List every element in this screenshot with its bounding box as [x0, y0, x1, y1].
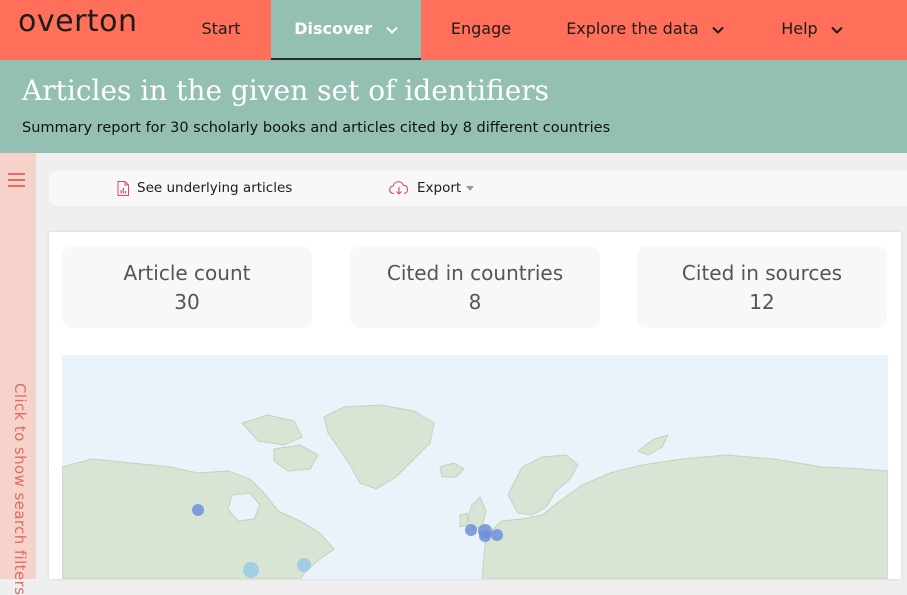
nav-help-label: Help — [781, 19, 818, 38]
see-underlying-articles-button[interactable]: See underlying articles — [117, 171, 292, 206]
map-land-arctic-islands — [241, 414, 303, 446]
citation-world-map[interactable] — [62, 355, 888, 579]
nav-explore-data[interactable]: Explore the data — [560, 0, 730, 60]
nav-discover[interactable]: Discover — [271, 0, 421, 60]
nav-help[interactable]: Help — [772, 0, 852, 60]
stat-card-cited-countries: Cited in countries 8 — [350, 246, 600, 328]
nav-engage-label: Engage — [450, 19, 512, 38]
top-nav: overton Start Discover Engage Explore th… — [0, 0, 907, 60]
map-marker — [491, 529, 503, 541]
stat-label: Cited in sources — [681, 261, 843, 285]
stat-value: 12 — [749, 290, 775, 314]
map-marker — [479, 530, 491, 542]
map-land-greenland — [323, 404, 435, 490]
nav-explore-label: Explore the data — [566, 19, 699, 38]
map-marker — [192, 504, 204, 516]
report-toolbar: See underlying articles Export — [49, 171, 907, 206]
map-land-arctic-islands — [273, 444, 319, 472]
page-header: Articles in the given set of identifiers… — [0, 60, 907, 153]
caret-down-icon — [466, 185, 475, 191]
page-title: Articles in the given set of identifiers — [22, 74, 550, 107]
world-map-svg — [62, 404, 888, 579]
stat-card-cited-sources: Cited in sources 12 — [637, 246, 887, 328]
map-marker — [243, 562, 259, 578]
document-chart-icon — [117, 180, 129, 196]
cloud-download-icon — [389, 181, 409, 195]
chevron-down-icon — [386, 26, 398, 34]
stat-label: Cited in countries — [386, 261, 564, 285]
map-marker — [465, 524, 477, 536]
stat-card-article-count: Article count 30 — [62, 246, 312, 328]
hamburger-menu-icon[interactable] — [8, 173, 25, 187]
search-filters-label[interactable]: Click to show search filters — [9, 383, 29, 595]
stat-value: 30 — [174, 290, 200, 314]
see-underlying-articles-label: See underlying articles — [137, 180, 293, 196]
map-land-north-america — [62, 458, 335, 579]
search-filters-toggle[interactable]: Click to show search filters — [0, 153, 36, 595]
export-dropdown[interactable]: Export — [389, 171, 475, 206]
stat-label: Article count — [123, 261, 251, 285]
stat-value: 8 — [468, 290, 482, 314]
nav-start[interactable]: Start — [186, 0, 256, 60]
export-label: Export — [417, 180, 462, 196]
map-land-iceland — [439, 462, 465, 478]
nav-engage[interactable]: Engage — [440, 0, 522, 60]
chevron-down-icon — [831, 26, 843, 34]
map-land-novaya-zemlya — [636, 434, 669, 456]
nav-start-label: Start — [201, 19, 241, 38]
page-subtitle: Summary report for 30 scholarly books an… — [22, 120, 611, 136]
summary-panel: Article count 30 Cited in countries 8 Ci… — [49, 232, 901, 579]
map-marker — [297, 558, 311, 572]
nav-discover-label: Discover — [294, 19, 373, 38]
chevron-down-icon — [712, 26, 724, 34]
map-land-ireland — [459, 512, 469, 528]
logo[interactable]: overton — [18, 4, 138, 39]
